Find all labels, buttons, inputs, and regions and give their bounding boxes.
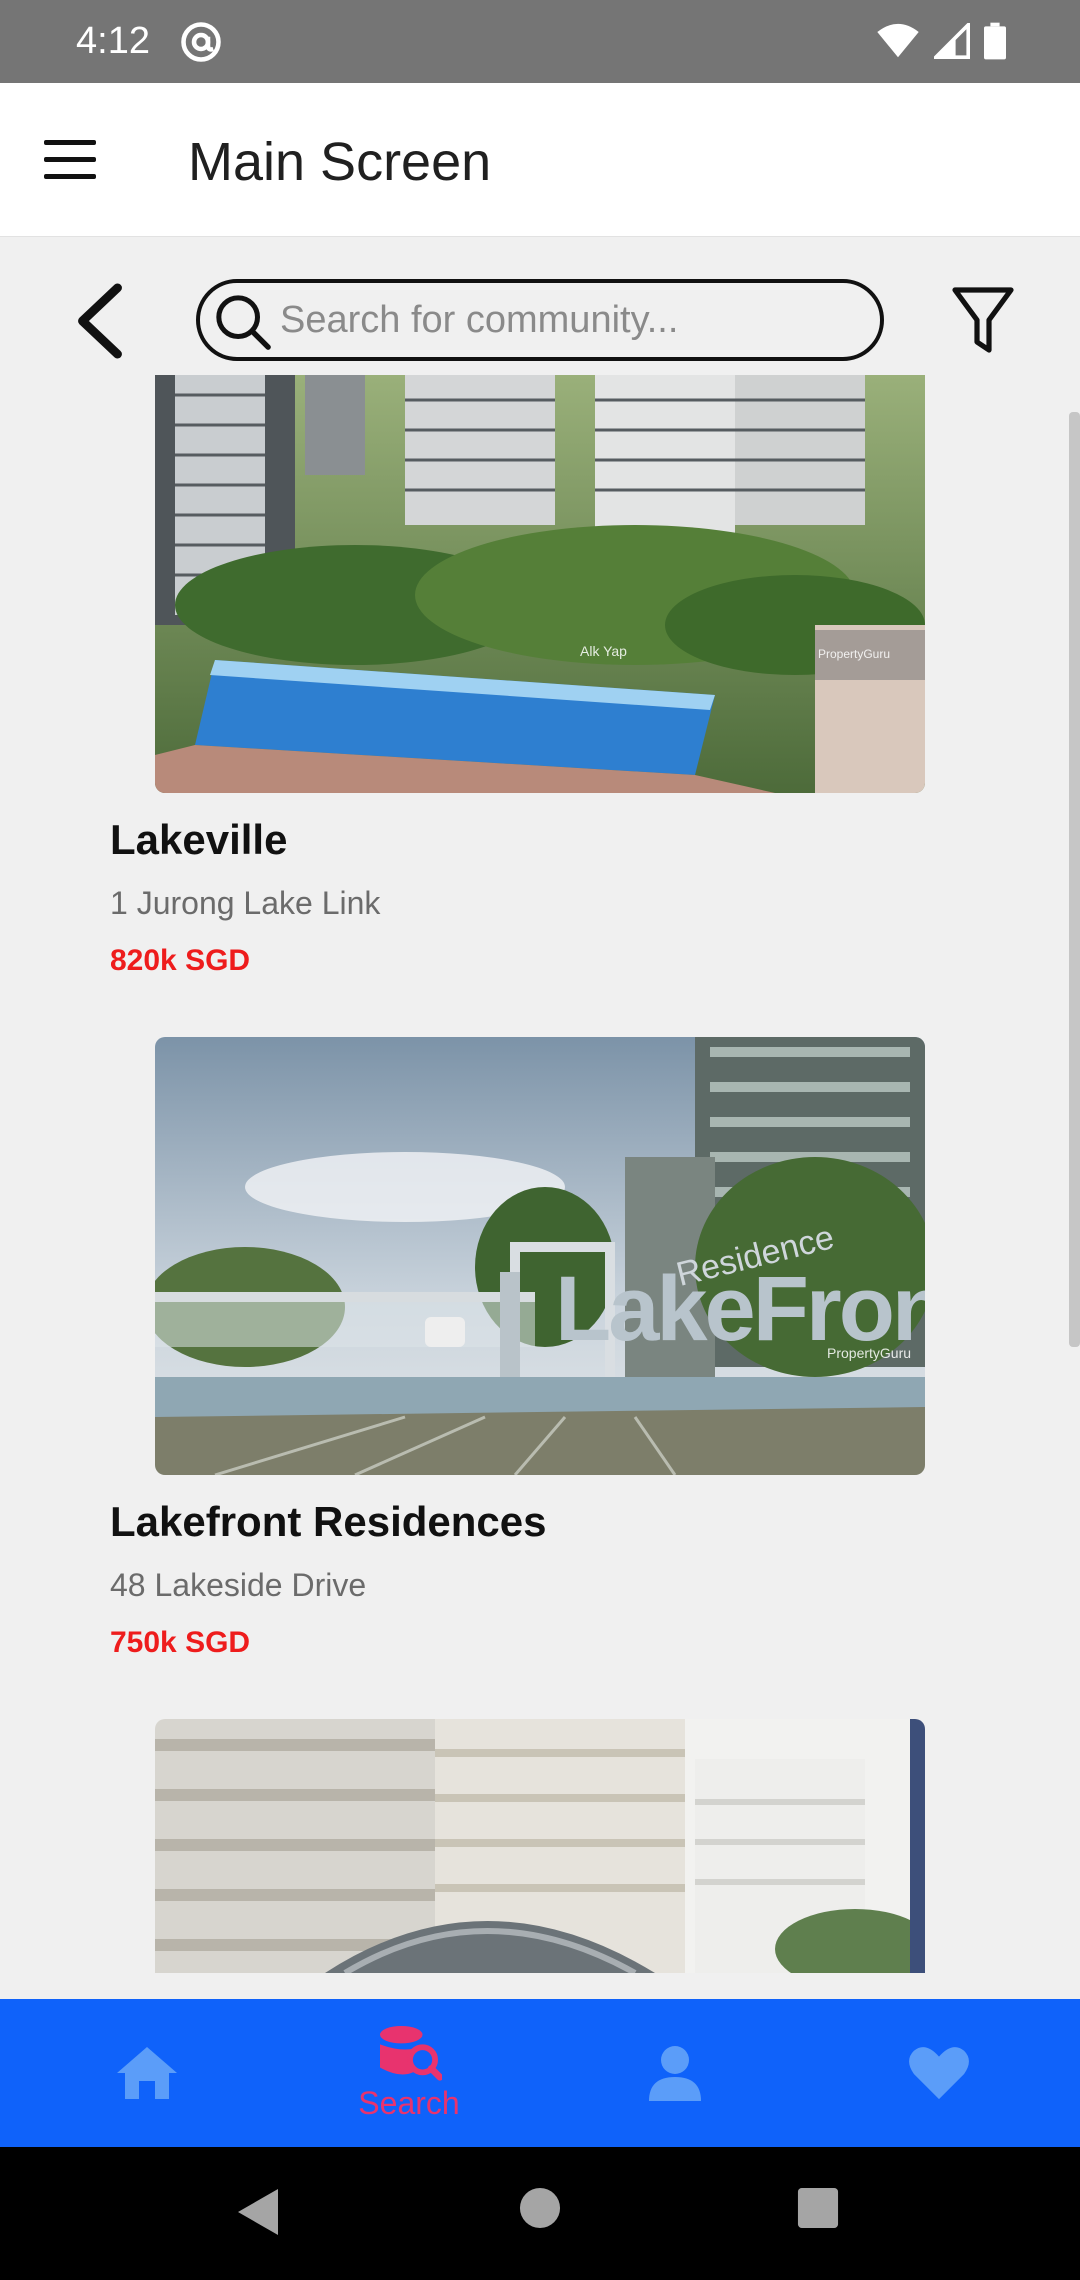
photo-credit: Alk Yap	[580, 643, 627, 659]
listing-list[interactable]: Alk Yap PropertyGuru Lakeville 1 Jurong …	[0, 375, 1080, 1973]
cellular-signal-icon	[934, 23, 970, 59]
home-circle-icon[interactable]	[519, 2187, 561, 2229]
listing-price: 750k SGD	[110, 1626, 251, 1659]
app-bar: Main Screen	[0, 83, 1080, 237]
listing-photo[interactable]: LakeFront Residence PropertyGuru	[155, 1037, 925, 1475]
nav-favorites[interactable]	[804, 1999, 1074, 2147]
back-triangle-icon[interactable]	[236, 2187, 280, 2237]
search-database-icon	[380, 2025, 442, 2081]
nav-home[interactable]	[12, 1999, 282, 2147]
search-icon	[216, 295, 271, 350]
listing-name: Lakeville	[110, 816, 288, 863]
filter-funnel-icon[interactable]	[950, 284, 1016, 356]
listing-address: 1 Jurong Lake Link	[110, 885, 381, 921]
person-icon	[649, 2046, 701, 2101]
home-icon	[117, 2047, 177, 2099]
photo-watermark: PropertyGuru	[827, 1345, 912, 1361]
search-bar[interactable]	[196, 279, 884, 361]
listing-price: 820k SGD	[110, 944, 251, 977]
chevron-left-icon[interactable]	[70, 282, 130, 360]
status-icons	[876, 22, 1006, 60]
battery-icon	[984, 22, 1006, 60]
system-navigation-bar	[0, 2147, 1080, 2280]
listing-photo[interactable]: Alk Yap PropertyGuru	[155, 375, 925, 793]
listing-name: Lakefront Residences	[110, 1498, 547, 1545]
photo-watermark: PropertyGuru	[818, 647, 891, 661]
nav-search[interactable]: Search	[274, 1999, 544, 2147]
status-bar: 4:12	[0, 0, 1080, 83]
hamburger-menu-icon[interactable]	[44, 140, 96, 180]
listing-photo[interactable]	[155, 1719, 925, 1973]
condo-building-photo	[155, 1719, 925, 1973]
page-title: Main Screen	[188, 132, 492, 192]
bottom-navigation: Search	[0, 1999, 1080, 2147]
search-input[interactable]	[280, 291, 870, 349]
scrollbar[interactable]	[1069, 412, 1080, 1347]
wifi-icon	[877, 23, 919, 58]
status-time: 4:12	[76, 20, 150, 62]
listing-address: 48 Lakeside Drive	[110, 1567, 367, 1603]
nav-search-label: Search	[358, 2084, 460, 2121]
at-sign-icon	[181, 22, 221, 62]
recents-square-icon[interactable]	[797, 2187, 839, 2229]
condo-pool-photo	[155, 375, 925, 793]
nav-profile[interactable]	[540, 1999, 810, 2147]
heart-icon	[909, 2047, 969, 2100]
